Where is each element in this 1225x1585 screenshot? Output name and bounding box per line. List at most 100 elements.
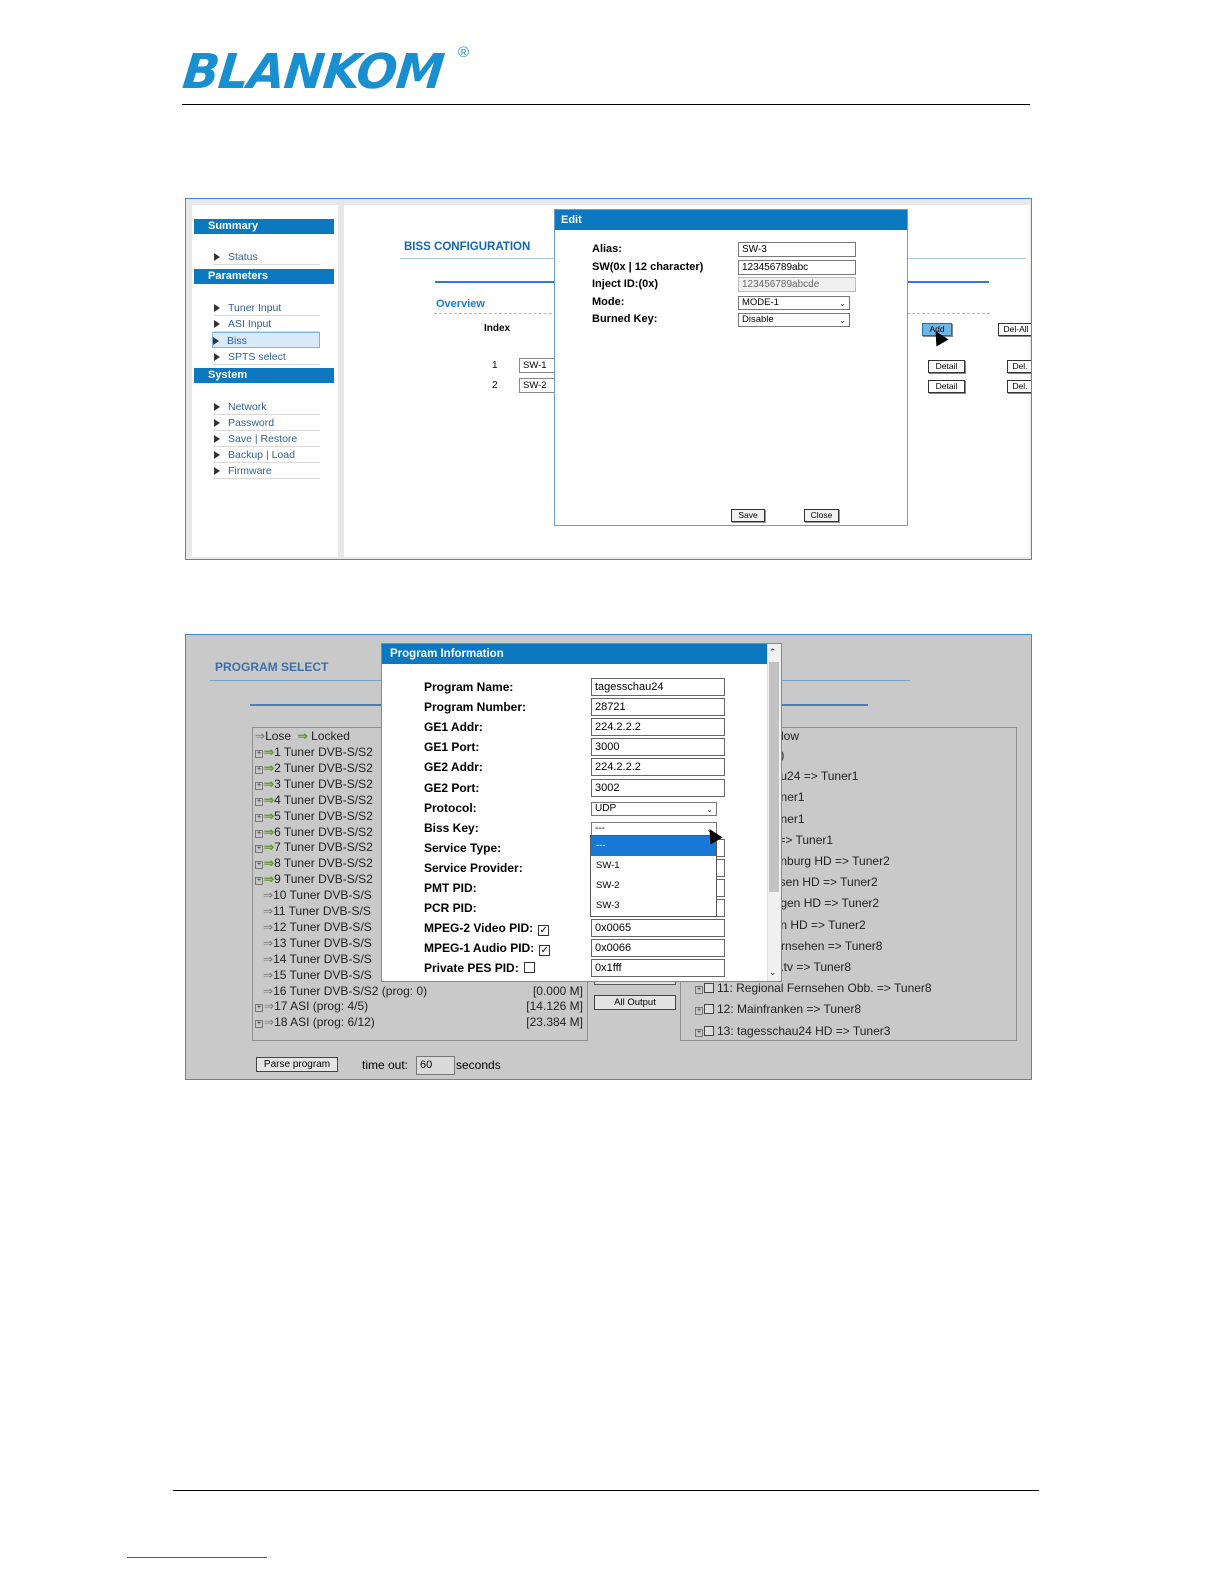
tree-row[interactable]: ⇒11 Tuner DVB-S/S — [263, 904, 371, 918]
expand-icon[interactable]: + — [255, 797, 263, 806]
expand-icon[interactable]: + — [255, 750, 263, 758]
tree-row[interactable]: ⇒15 Tuner DVB-S/S — [263, 968, 372, 982]
expand-icon[interactable]: + — [255, 1004, 263, 1013]
tree-row[interactable]: ⇒10 Tuner DVB-S/S — [263, 888, 372, 902]
expand-icon[interactable]: + — [255, 861, 263, 870]
expand-icon[interactable]: + — [255, 845, 263, 854]
arrow-icon: ⇒ — [263, 951, 274, 966]
page-title: PROGRAM SELECT — [215, 660, 329, 674]
program-select[interactable]: UDP ⌄ — [591, 801, 717, 816]
expand-icon[interactable]: + — [255, 765, 263, 774]
output-item[interactable]: +12: Mainfranken => Tuner8 — [695, 1002, 861, 1016]
sidebar-item-biss[interactable]: Biss — [212, 332, 320, 348]
row-alias-field[interactable]: SW-2 — [519, 378, 555, 393]
arrow-icon: ⇒ — [264, 776, 275, 791]
tree-row[interactable]: + ⇒5 Tuner DVB-S/S2 — [255, 809, 373, 823]
tree-row[interactable]: + ⇒17 ASI (prog: 4/5) — [255, 999, 368, 1013]
output-item[interactable]: chsen HD => Tuner2 — [767, 875, 878, 889]
tree-row[interactable]: + ⇒1 Tuner DVB-S/S2 — [255, 745, 373, 759]
tree-row[interactable]: + ⇒2 Tuner DVB-S/S2 — [255, 761, 373, 775]
program-field[interactable]: 0x1fff — [591, 959, 725, 978]
sidebar-item-status[interactable]: Status — [214, 249, 320, 265]
field-label-text: MPEG-1 Audio PID: — [424, 941, 535, 956]
triangle-icon — [214, 467, 220, 475]
program-field[interactable]: tagesschau24 — [591, 678, 725, 696]
tree-row[interactable]: ⇒14 Tuner DVB-S/S — [263, 952, 372, 966]
timeout-field[interactable]: 60 — [416, 1056, 455, 1075]
expand-icon[interactable]: + — [255, 829, 263, 838]
tree-row[interactable]: + ⇒3 Tuner DVB-S/S2 — [255, 777, 373, 791]
tree-row[interactable]: ⇒13 Tuner DVB-S/S — [263, 936, 372, 950]
sw-field[interactable]: 123456789abc — [738, 260, 856, 275]
tree-row[interactable]: ⇒16 Tuner DVB-S/S2 (prog: 0) — [263, 984, 427, 998]
pid-checkbox[interactable]: ✓ — [539, 945, 551, 957]
detail-button[interactable]: Detail — [928, 380, 965, 393]
close-button[interactable]: Close — [804, 509, 839, 522]
output-item[interactable]: ringen HD => Tuner2 — [767, 896, 879, 910]
alias-field[interactable]: SW-3 — [738, 242, 856, 257]
sidebar-item-password[interactable]: Password — [214, 415, 320, 431]
del-button[interactable]: Del. — [1007, 380, 1031, 393]
program-field[interactable]: 0x0065 — [591, 919, 725, 938]
output-checkbox[interactable] — [704, 1025, 714, 1036]
footer-link-underline[interactable] — [127, 1557, 267, 1558]
mode-select[interactable]: MODE-1 ⌄ — [738, 296, 850, 310]
triangle-icon — [214, 435, 220, 443]
program-field[interactable]: 3002 — [591, 778, 725, 797]
detail-button[interactable]: Detail — [928, 360, 965, 373]
biss-key-dropdown-list[interactable]: --- SW-1 SW-2 SW-3 — [590, 835, 717, 917]
tree-row[interactable]: ⇒12 Tuner DVB-S/S — [263, 920, 372, 934]
output-item[interactable]: Fernsehen => Tuner8 — [767, 939, 882, 953]
dropdown-option[interactable]: SW-3 — [591, 896, 716, 916]
tree-row[interactable]: + ⇒9 Tuner DVB-S/S2 — [255, 872, 373, 886]
expand-icon[interactable]: + — [255, 813, 263, 822]
chevron-up-icon[interactable]: ⌃ — [769, 647, 777, 658]
sidebar-item-firmware[interactable]: Firmware — [214, 463, 320, 479]
expand-icon[interactable]: + — [695, 986, 703, 995]
pid-checkbox[interactable] — [523, 962, 535, 974]
sidebar-item-save-restore[interactable]: Save | Restore — [214, 431, 320, 447]
del-button[interactable]: Del. — [1007, 360, 1031, 373]
all-output-button[interactable]: All Output — [594, 995, 676, 1010]
tree-row[interactable]: + ⇒7 Tuner DVB-S/S2 — [255, 840, 373, 854]
parse-program-button[interactable]: Parse program — [256, 1057, 338, 1072]
program-field[interactable]: 224.2.2.2 — [591, 758, 725, 777]
save-button[interactable]: Save — [731, 509, 765, 522]
program-field[interactable]: 224.2.2.2 — [591, 718, 725, 737]
del-all-button[interactable]: Del-All — [998, 323, 1031, 336]
dropdown-option[interactable]: SW-1 — [591, 856, 716, 876]
output-checkbox[interactable] — [704, 983, 714, 994]
chevron-down-icon[interactable]: ⌄ — [769, 967, 777, 978]
tree-row[interactable]: + ⇒4 Tuner DVB-S/S2 — [255, 793, 373, 807]
tree-row[interactable]: + ⇒8 Tuner DVB-S/S2 — [255, 856, 373, 870]
expand-icon[interactable]: + — [255, 1020, 263, 1029]
arrow-icon: ⇒ — [264, 792, 275, 807]
expand-icon[interactable]: + — [695, 1007, 703, 1016]
program-field[interactable]: 3000 — [591, 738, 725, 757]
tree-row[interactable]: + ⇒18 ASI (prog: 6/12) — [255, 1015, 375, 1029]
program-field[interactable]: 28721 — [591, 698, 725, 717]
output-item[interactable]: +13: tagesschau24 HD => Tuner3 — [695, 1024, 890, 1038]
expand-icon[interactable]: + — [695, 1028, 703, 1037]
sidebar-item-spts-select[interactable]: SPTS select — [214, 349, 320, 365]
tree-row-label: 13 Tuner DVB-S/S — [273, 935, 372, 950]
burned-key-select[interactable]: Disable ⌄ — [738, 313, 850, 327]
program-field[interactable]: 0x0066 — [591, 939, 725, 958]
sidebar-item-asi-input[interactable]: ASI Input — [214, 316, 320, 332]
sidebar-item-network[interactable]: Network — [214, 399, 320, 415]
output-checkbox[interactable] — [704, 1004, 714, 1015]
sidebar-item-backup-load[interactable]: Backup | Load — [214, 447, 320, 463]
dropdown-option[interactable]: SW-2 — [591, 876, 716, 896]
expand-icon[interactable]: + — [255, 781, 263, 790]
sidebar-item-tuner-input[interactable]: Tuner Input — [214, 300, 320, 316]
pid-checkbox[interactable]: ✓ — [538, 925, 550, 937]
output-item[interactable]: +11: Regional Fernsehen Obb. => Tuner8 — [695, 981, 932, 995]
expand-icon[interactable]: + — [255, 877, 263, 886]
scrollbar-thumb[interactable] — [769, 662, 779, 892]
tree-row[interactable]: + ⇒6 Tuner DVB-S/S2 — [255, 825, 373, 839]
row-alias-field[interactable]: SW-1 — [519, 358, 555, 373]
dropdown-option[interactable]: --- — [591, 836, 716, 856]
output-item[interactable]: denburg HD => Tuner2 — [767, 854, 890, 868]
tree-row-label: 12 Tuner DVB-S/S — [273, 919, 372, 934]
program-select[interactable]: --- ⌄ — [591, 821, 717, 836]
